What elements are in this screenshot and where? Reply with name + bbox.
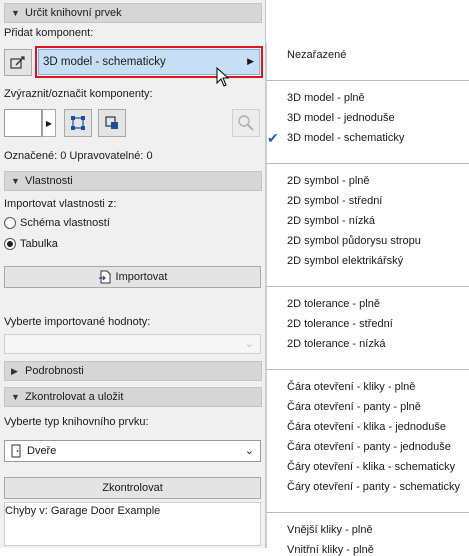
menu-item[interactable]: 2D symbol - nízká: [287, 215, 375, 227]
type-label: Vyberte typ knihovního prvku:: [4, 416, 149, 428]
import-from-label: Importovat vlastnosti z:: [4, 198, 117, 210]
menu-item[interactable]: 2D symbol - plně: [287, 175, 370, 187]
menu-item[interactable]: Vnější kliky - plně: [287, 524, 373, 536]
highlight-component-button[interactable]: [98, 109, 126, 137]
radio-schema[interactable]: Schéma vlastností: [4, 217, 110, 229]
section-check-save-title: Zkontrolovat a uložit: [25, 391, 124, 403]
component-dropdown-menu: Nezařazené 3D model - plně 3D model - jedn…: [266, 43, 469, 556]
errors-box: Chyby v: Garage Door Example: [4, 502, 261, 546]
mouse-cursor-icon: [216, 67, 230, 87]
highlight-frame-icon: [105, 116, 118, 129]
zoom-component-button[interactable]: [232, 109, 260, 137]
radio-table[interactable]: Tabulka: [4, 238, 58, 250]
section-details-title: Podrobnosti: [25, 365, 84, 377]
pick-cursor-icon: [10, 55, 25, 69]
check-button-label: Zkontrolovat: [102, 482, 163, 494]
menu-item[interactable]: 2D tolerance - nízká: [287, 338, 385, 350]
menu-item[interactable]: 3D model - plně: [287, 92, 365, 104]
menu-item[interactable]: Čára otevření - kliky - plně: [287, 381, 415, 393]
section-properties-title: Vlastnosti: [25, 175, 73, 187]
component-select-value: 3D model - schematicky: [43, 56, 166, 68]
radio-circle: [4, 217, 16, 229]
menu-item[interactable]: Čára otevření - panty - jednoduše: [287, 441, 451, 453]
menu-item[interactable]: Nezařazené: [287, 49, 346, 61]
menu-item[interactable]: Čáry otevření - panty - schematicky: [287, 481, 460, 493]
section-details-header[interactable]: ▶ Podrobnosti: [4, 361, 262, 381]
section-identify-title: Určit knihovní prvek: [25, 7, 122, 19]
import-button-label: Importovat: [115, 271, 168, 283]
section-properties-header[interactable]: ▼ Vlastnosti: [4, 171, 262, 191]
highlight-label: Zvýraznit/označit komponenty:: [4, 88, 153, 100]
chevron-down-icon: ⌄: [244, 338, 254, 350]
check-button[interactable]: Zkontrolovat: [4, 477, 261, 499]
menu-separator: [267, 80, 469, 81]
menu-item[interactable]: 3D model - jednoduše: [287, 112, 395, 124]
magnifier-icon: [238, 115, 254, 131]
marked-status: Označené: 0 Upravovatelné: 0: [4, 150, 153, 162]
collapse-triangle-icon: ▼: [11, 176, 20, 186]
select-frame-icon: [71, 116, 85, 130]
collapse-triangle-icon: ▼: [11, 8, 20, 18]
section-check-save-header[interactable]: ▼ Zkontrolovat a uložit: [4, 387, 262, 407]
type-select-value: Dveře: [27, 445, 57, 457]
component-number-field[interactable]: [4, 109, 42, 137]
menu-item[interactable]: 2D tolerance - střední: [287, 318, 393, 330]
collapse-triangle-icon: ▼: [11, 392, 20, 402]
menu-separator: [267, 512, 469, 513]
pick-component-button[interactable]: [4, 49, 32, 76]
menu-item[interactable]: Čára otevření - panty - plně: [287, 401, 421, 413]
add-component-label: Přidat komponent:: [4, 27, 94, 39]
section-identify-header[interactable]: ▼ Určit knihovní prvek: [4, 3, 262, 23]
checkmark-icon: ✔: [267, 130, 279, 146]
radio-circle-checked: [4, 238, 16, 250]
menu-item[interactable]: 3D model - schematicky: [287, 132, 404, 144]
menu-separator: [267, 369, 469, 370]
select-values-label: Vyberte importované hodnoty:: [4, 316, 151, 328]
chevron-right-icon: ▶: [247, 56, 254, 66]
menu-separator: [267, 163, 469, 164]
chevron-right-icon: ▶: [45, 118, 53, 128]
import-button[interactable]: Importovat: [4, 266, 261, 288]
radio-table-label: Tabulka: [20, 238, 58, 250]
type-select[interactable]: Dveře ⌄: [4, 440, 261, 462]
menu-separator: [267, 286, 469, 287]
import-values-select[interactable]: ⌄: [4, 334, 261, 354]
component-next-button[interactable]: ▶: [42, 109, 56, 137]
chevron-down-icon: ⌄: [244, 445, 254, 457]
library-part-panel: ▼ Určit knihovní prvek Přidat komponent:…: [0, 0, 266, 548]
expand-triangle-icon: ▶: [11, 365, 18, 376]
menu-item[interactable]: Čáry otevření - klika - schematicky: [287, 461, 455, 473]
menu-item[interactable]: 2D tolerance - plně: [287, 298, 380, 310]
menu-item[interactable]: Vnitřní kliky - plně: [287, 544, 374, 556]
errors-text: Chyby v: Garage Door Example: [5, 505, 161, 517]
radio-schema-label: Schéma vlastností: [20, 217, 110, 229]
menu-item[interactable]: 2D symbol půdorysu stropu: [287, 235, 421, 247]
import-file-icon: [98, 270, 111, 284]
door-icon: [11, 444, 21, 458]
menu-item[interactable]: Čára otevření - klika - jednoduše: [287, 421, 446, 433]
select-component-button[interactable]: [64, 109, 92, 137]
menu-item[interactable]: 2D symbol elektrikářský: [287, 255, 403, 267]
menu-item[interactable]: 2D symbol - střední: [287, 195, 382, 207]
